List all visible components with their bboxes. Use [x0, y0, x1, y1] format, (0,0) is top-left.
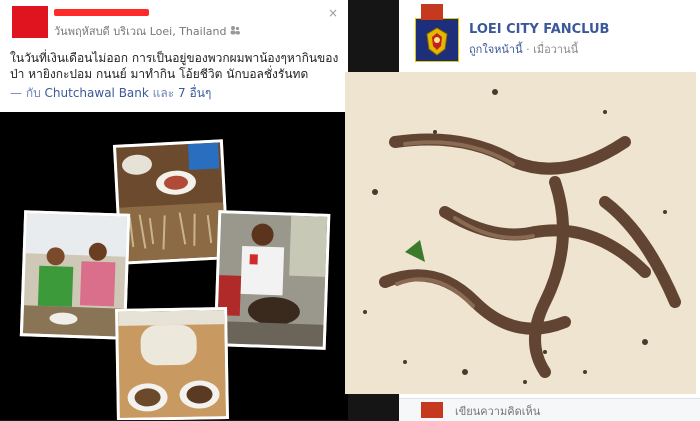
collage-photo-cooking[interactable] [213, 210, 331, 350]
photo-collage[interactable] [0, 112, 348, 420]
like-page-link[interactable]: ถูกใจหน้านี้ [469, 43, 523, 56]
grilled-lizards-photo[interactable] [345, 72, 696, 394]
post-time[interactable]: · เมื่อวานนี้ [526, 43, 578, 56]
location[interactable]: บริเวณ Loei, Thailand [113, 25, 226, 38]
timestamp[interactable]: วันพฤหัสบดี [54, 25, 110, 38]
close-icon[interactable]: × [328, 6, 338, 20]
comment-avatar [421, 402, 443, 418]
post-meta: วันพฤหัสบดี บริเวณ Loei, Thailand [54, 22, 241, 40]
left-post: วันพฤหัสบดี บริเวณ Loei, Thailand × ในวั… [0, 0, 348, 420]
tagged-others-link[interactable]: 7 อื่นๆ [178, 86, 211, 100]
people-icon [230, 25, 241, 38]
tag-prefix: — กับ [10, 86, 41, 100]
comment-input[interactable] [453, 401, 677, 421]
commenter-avatar [421, 4, 443, 20]
page-subline: ถูกใจหน้านี้ · เมื่อวานนี้ [469, 40, 578, 58]
tag-and: และ [152, 86, 175, 100]
collage-photo-table[interactable] [112, 139, 230, 265]
collage-photo-rice[interactable] [115, 307, 229, 420]
page-logo[interactable] [415, 18, 459, 62]
tagged-person-link[interactable]: Chutchawal Bank [45, 86, 149, 100]
post-text: ในวันที่เงินเดือนไม่ออก การเป็นอยู่ของพว… [10, 51, 339, 81]
page-name-link[interactable]: LOEI CITY FANCLUB [469, 22, 609, 37]
comment-bar [399, 398, 700, 421]
avatar[interactable] [12, 6, 48, 38]
collage-photo-men[interactable] [19, 210, 131, 340]
tagged-people: — กับ Chutchawal Bank และ 7 อื่นๆ [10, 84, 211, 103]
redacted-author-name[interactable] [54, 9, 149, 16]
